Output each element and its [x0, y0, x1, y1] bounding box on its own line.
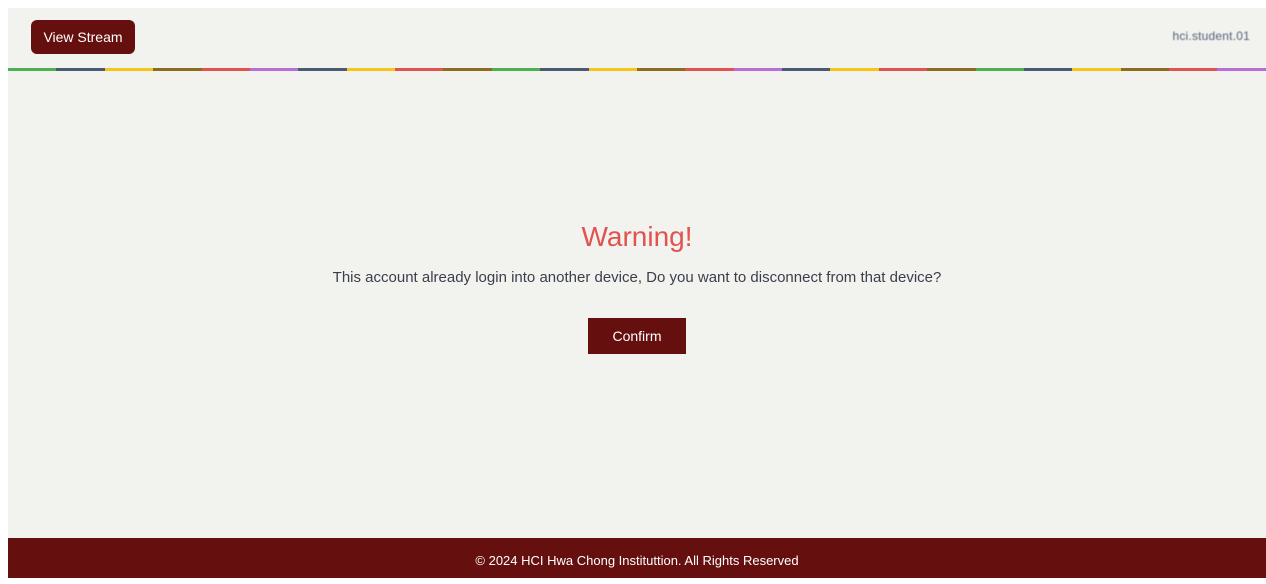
footer: © 2024 HCI Hwa Chong Instituttion. All R… — [8, 538, 1266, 578]
warning-message: This account already login into another … — [332, 269, 942, 286]
warning-panel: Warning! This account already login into… — [8, 71, 1266, 538]
page: View Stream hci.student.01 Warning! This… — [8, 8, 1266, 578]
view-stream-button[interactable]: View Stream — [31, 20, 135, 54]
warning-title: Warning! — [581, 221, 693, 252]
confirm-button[interactable]: Confirm — [588, 318, 686, 354]
top-bar: View Stream hci.student.01 — [8, 8, 1266, 68]
user-label: hci.student.01 — [1172, 29, 1250, 43]
copyright-text: © 2024 HCI Hwa Chong Instituttion. All R… — [475, 553, 799, 568]
